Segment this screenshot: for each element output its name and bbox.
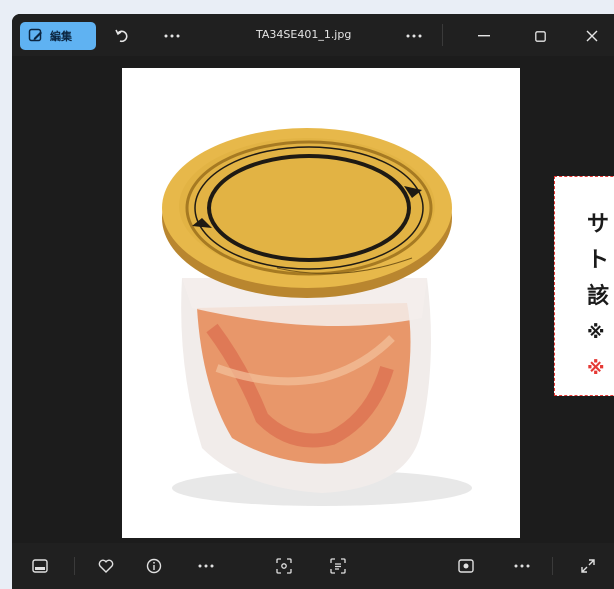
text-recognition-icon[interactable] (328, 556, 348, 576)
title-divider (442, 24, 443, 46)
edit-button-label: 編集 (50, 30, 72, 43)
file-more-icon[interactable] (404, 26, 424, 46)
screen-mode-icon[interactable] (456, 556, 476, 576)
rotate-icon[interactable] (112, 26, 132, 46)
photo-viewer-window: 編集 TA34SE401_1.jpg サ ト 該 ※ ※ (12, 14, 614, 589)
toolbar-divider (74, 557, 75, 575)
annotation-line-5: ※ (587, 358, 605, 379)
info-icon[interactable] (144, 556, 164, 576)
more-icon[interactable] (512, 556, 532, 576)
maximize-icon[interactable] (530, 26, 550, 46)
annotation-line-4: ※ (587, 322, 605, 343)
annotation-line-2: ト (587, 248, 610, 273)
minimize-icon[interactable] (474, 26, 494, 46)
annotation-box: サ ト 該 ※ ※ (554, 176, 614, 396)
more-icon[interactable] (196, 556, 216, 576)
annotation-line-1: サ (587, 212, 610, 237)
fullscreen-icon[interactable] (578, 556, 598, 576)
favorite-icon[interactable] (96, 556, 116, 576)
title-bar: 編集 TA34SE401_1.jpg (12, 14, 614, 56)
edit-button[interactable]: 編集 (20, 22, 96, 50)
edit-icon (28, 28, 42, 42)
filmstrip-icon[interactable] (30, 556, 50, 576)
file-name: TA34SE401_1.jpg (256, 28, 352, 41)
bottom-toolbar (12, 543, 614, 589)
glass-jar-image (162, 128, 472, 506)
product-photo (122, 68, 520, 538)
annotation-line-3: 該 (587, 284, 610, 309)
toolbar-divider (552, 557, 553, 575)
image-canvas: サ ト 該 ※ ※ (12, 56, 614, 546)
more-options-icon[interactable] (162, 26, 182, 46)
close-icon[interactable] (582, 26, 602, 46)
visual-search-icon[interactable] (274, 556, 294, 576)
